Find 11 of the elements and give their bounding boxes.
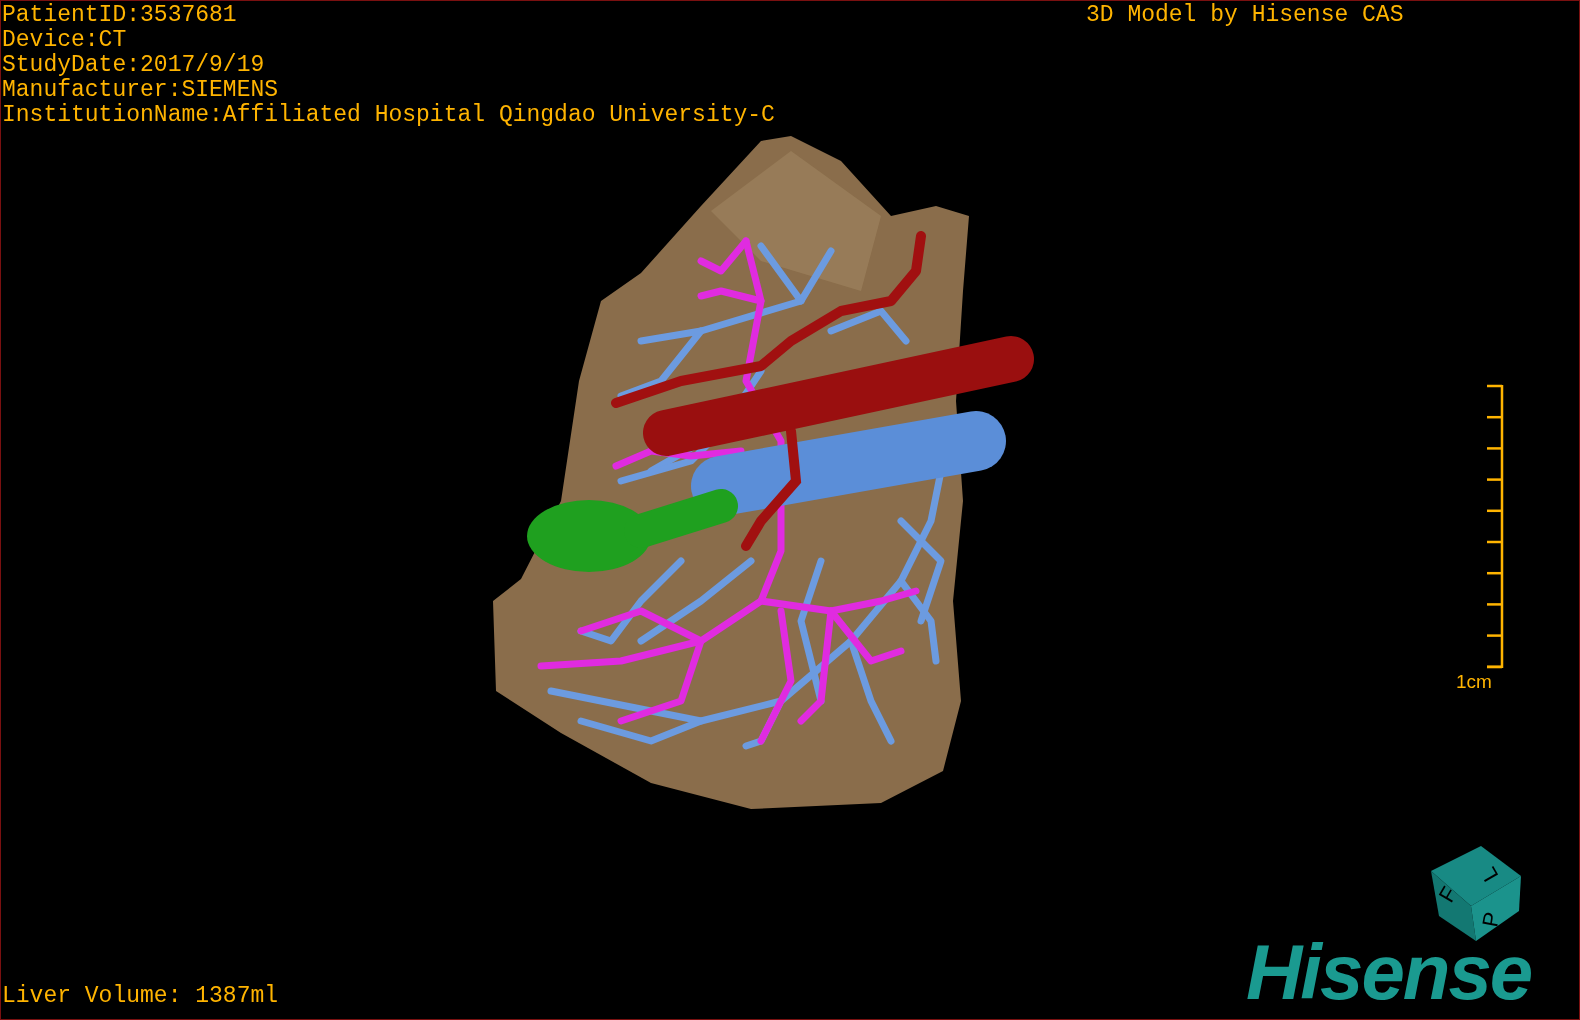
patient-info-text: InstitutionName:Affiliated Hospital Qingdao University-C <box>2 103 775 128</box>
patient-info-text: Device:CT <box>2 28 128 53</box>
liver-volume-text: Liver Volume: 1387ml <box>2 984 279 1009</box>
patient-info-text: StudyDate:2017/9/19 <box>2 53 266 78</box>
patient-info-text: Manufacturer:SIEMENS <box>2 78 280 103</box>
cube-face-label: F <box>1433 882 1463 907</box>
cube-face-label: P <box>1477 910 1505 929</box>
scale-label: 1cm <box>1456 671 1492 693</box>
patient-info-text: PatientID:3537681 <box>2 3 238 28</box>
cube-face-label: L <box>1475 862 1504 886</box>
credit-text: 3D Model by Hisense CAS <box>1086 3 1404 28</box>
